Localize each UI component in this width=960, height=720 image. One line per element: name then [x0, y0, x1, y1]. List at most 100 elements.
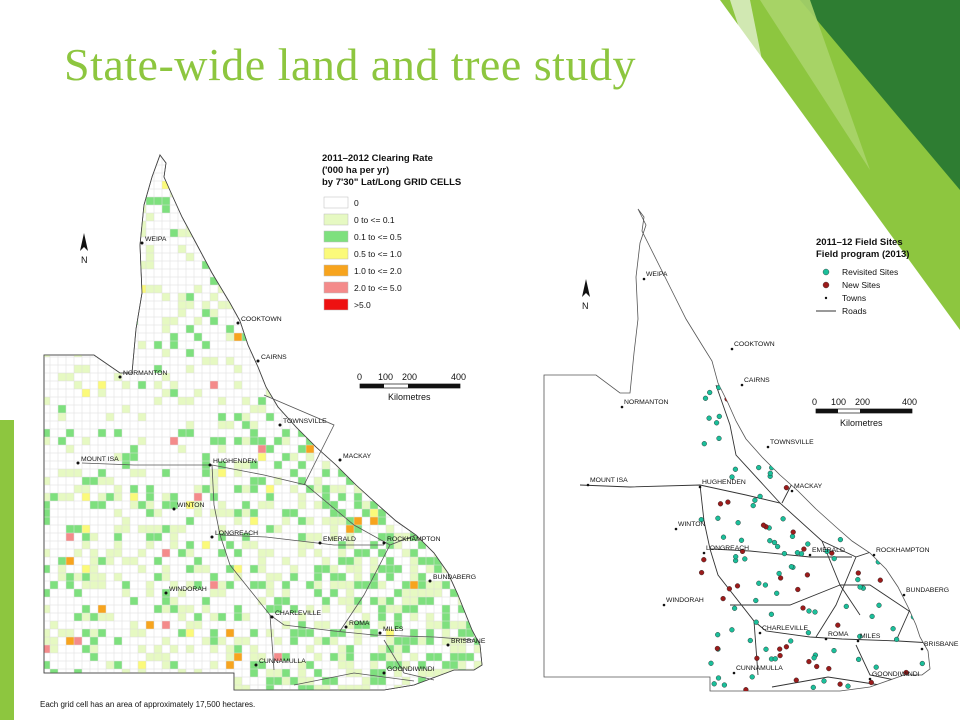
- grid-cell: [466, 429, 474, 437]
- field-site-marker: [738, 537, 745, 543]
- field-site-marker: [924, 528, 930, 534]
- town-marker: [872, 553, 876, 557]
- grid-cell: [450, 429, 458, 437]
- grid-cell: [482, 493, 486, 501]
- field-site-marker: [790, 529, 796, 535]
- grid-cell: [234, 205, 242, 213]
- grid-cell: [426, 477, 434, 485]
- grid-cell: [234, 173, 242, 181]
- grid-cell: [394, 453, 402, 461]
- grid-cell: [442, 253, 450, 261]
- town-label: WINTON: [678, 521, 706, 528]
- grid-cell: [386, 421, 394, 429]
- grid-cell: [442, 301, 450, 309]
- grid-cell: [266, 197, 274, 205]
- grid-cell: [402, 213, 410, 221]
- field-site-marker: [936, 467, 941, 472]
- field-site-marker: [845, 683, 851, 689]
- grid-cell: [58, 269, 66, 277]
- town-marker: [824, 637, 828, 641]
- legend-swatch: [323, 298, 349, 311]
- grid-cell: [290, 333, 298, 341]
- field-site-marker: [715, 675, 722, 681]
- grid-cell: [258, 155, 266, 157]
- grid-cell: [474, 469, 482, 477]
- field-site-marker: [769, 465, 775, 471]
- legend-symbol: [824, 296, 828, 300]
- grid-cell: [466, 277, 474, 285]
- grid-cell: [474, 525, 482, 533]
- grid-cell: [442, 165, 450, 173]
- grid-cell: [242, 301, 250, 309]
- grid-cell: [210, 181, 218, 189]
- grid-cell: [234, 253, 242, 261]
- field-site-marker: [734, 583, 741, 589]
- town-marker: [254, 663, 258, 667]
- grid-cell: [474, 693, 482, 700]
- grid-cell: [106, 197, 114, 205]
- town-label: GOONDIWINDI: [387, 666, 435, 673]
- grid-cell: [314, 293, 322, 301]
- field-site-marker: [849, 482, 855, 488]
- grid-cell: [34, 317, 42, 325]
- grid-cell: [418, 405, 426, 413]
- grid-cell: [274, 245, 282, 253]
- legend-item-label: Revisited Sites: [842, 267, 898, 277]
- field-site-marker: [921, 522, 928, 528]
- grid-cell: [354, 693, 362, 700]
- grid-cell: [418, 485, 426, 493]
- grid-cell: [346, 365, 354, 373]
- town-marker: [732, 671, 736, 675]
- town-marker: [382, 541, 386, 545]
- grid-cell: [346, 437, 354, 445]
- grid-cell: [450, 253, 458, 261]
- field-site-marker: [728, 392, 734, 398]
- grid-cell: [450, 293, 458, 301]
- grid-cell: [402, 357, 410, 365]
- grid-cell: [386, 501, 394, 509]
- grid-cell: [474, 173, 482, 181]
- field-site-marker: [716, 413, 722, 420]
- field-site-marker: [780, 516, 786, 522]
- grid-cell: [426, 309, 434, 317]
- grid-cell: [378, 461, 386, 469]
- clearing-rate-map: N WEIPA COOKTOWN CAIRNS NORMANTON TOWNSVILLE…: [34, 125, 486, 700]
- field-site-marker: [795, 586, 801, 593]
- grid-cell: [338, 373, 346, 381]
- field-site-marker: [837, 537, 844, 543]
- grid-cell: [482, 365, 486, 373]
- town-marker: [378, 631, 382, 635]
- grid-cell: [458, 253, 466, 261]
- grid-cell: [410, 405, 418, 413]
- grid-cell: [458, 477, 466, 485]
- grid-cell: [306, 181, 314, 189]
- field-site-marker: [808, 420, 814, 426]
- grid-cell: [442, 389, 450, 397]
- grid-cell: [378, 437, 386, 445]
- field-site-marker: [725, 499, 731, 505]
- field-site-marker: [882, 392, 889, 398]
- grid-cell: [458, 245, 466, 253]
- grid-cell: [474, 293, 482, 301]
- grid-cell: [482, 333, 486, 341]
- svg-text:200: 200: [855, 397, 870, 407]
- north-label: N: [582, 301, 589, 311]
- field-site-marker: [821, 678, 827, 684]
- grid-cell: [210, 155, 218, 157]
- scale-bar: 0 100 200 400 Kilometres: [357, 372, 466, 402]
- grid-cell: [410, 469, 418, 477]
- grid-cell: [258, 261, 266, 269]
- grid-cell: [106, 293, 114, 301]
- field-site-marker: [806, 659, 812, 665]
- grid-cell: [466, 477, 474, 485]
- grid-cell: [106, 261, 114, 269]
- field-site-marker: [720, 596, 726, 602]
- grid-cell: [426, 333, 434, 341]
- grid-cell: [394, 421, 402, 429]
- grid-cell: [370, 389, 378, 397]
- grid-cell: [474, 365, 482, 373]
- grid-cell: [330, 445, 338, 453]
- field-site-marker: [783, 485, 790, 491]
- grid-cell: [410, 461, 418, 469]
- field-site-marker: [869, 445, 875, 451]
